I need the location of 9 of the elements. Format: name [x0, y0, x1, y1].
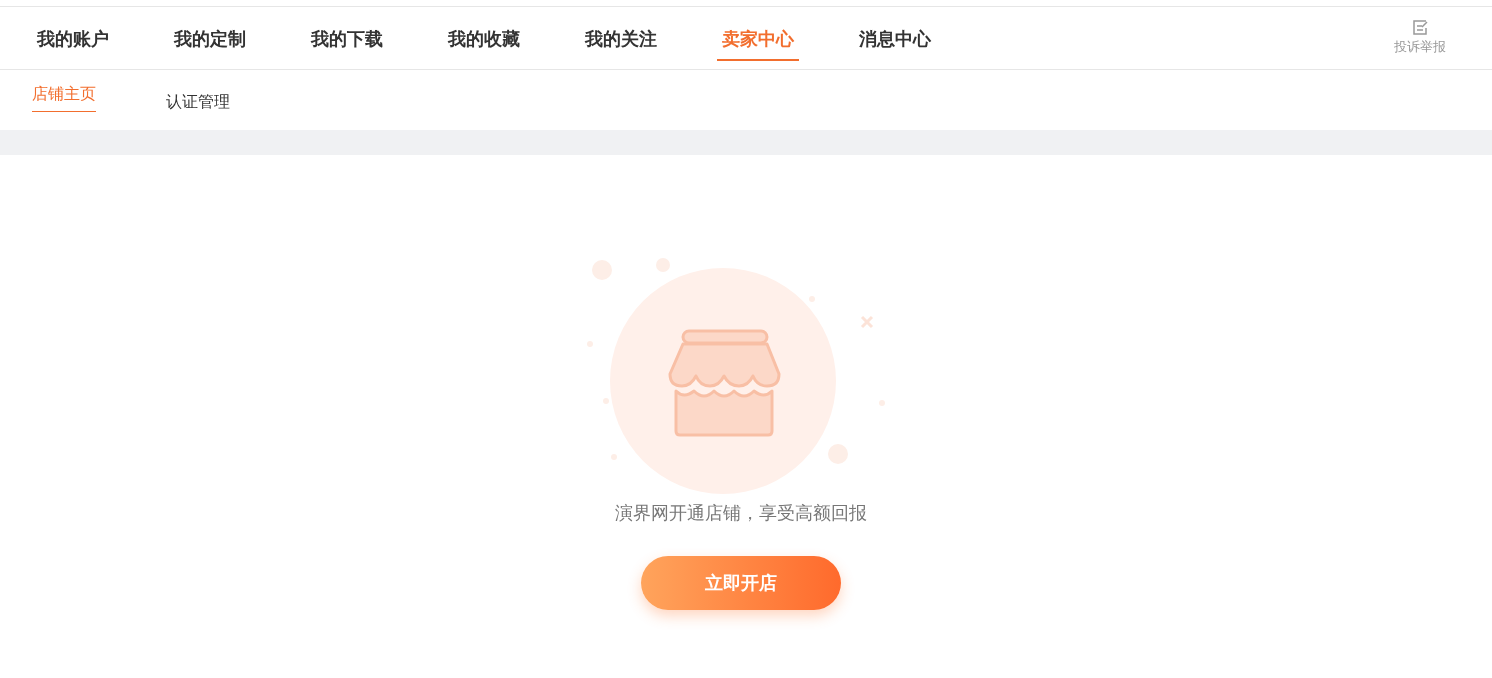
nav-tab[interactable]: 我的收藏	[443, 15, 525, 61]
nav-tab[interactable]: 我的定制	[169, 15, 251, 61]
empty-state-message: 演界网开通店铺，享受高额回报	[615, 501, 867, 525]
nav-tab[interactable]: 我的下载	[306, 15, 388, 61]
edit-icon	[1411, 20, 1429, 36]
nav-tab[interactable]: 消息中心	[854, 15, 936, 61]
nav-tab[interactable]: 我的账户	[32, 15, 114, 61]
nav-tab[interactable]: 我的关注	[580, 15, 662, 61]
sub-tab[interactable]: 认证管理	[166, 74, 230, 120]
